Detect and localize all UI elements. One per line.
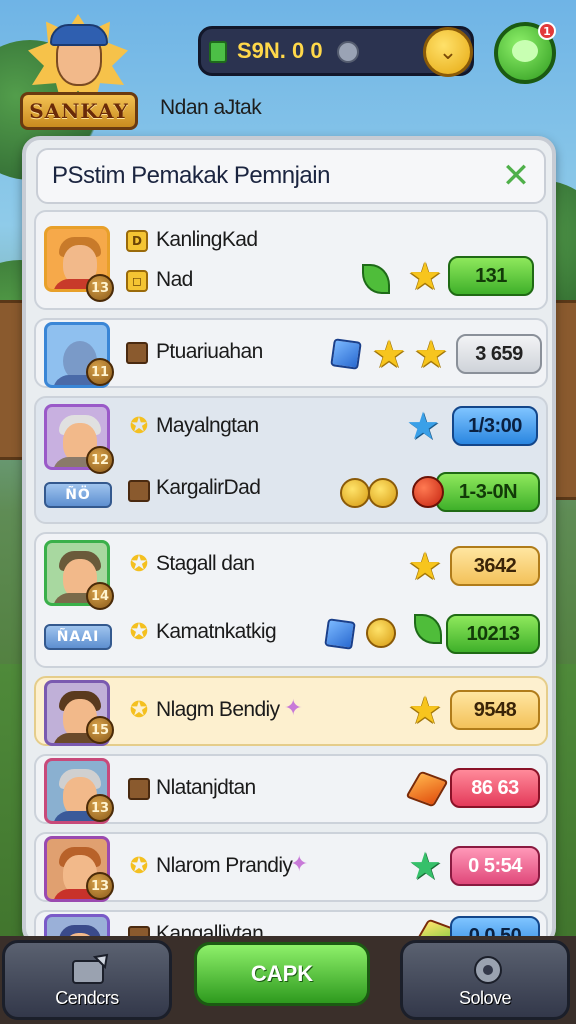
score-badge: 1-3-0N xyxy=(436,472,540,512)
panel-header: PSstim Pemakak Pemnjain ✕ xyxy=(36,148,546,204)
crate-icon xyxy=(128,480,150,502)
nav-label: Solove xyxy=(458,988,512,1008)
top-bar: SANKAY Ndan aJtak S9N. 0 0 ⌄ 1 xyxy=(0,0,576,140)
star-icon: ★ xyxy=(408,688,443,732)
game-logo: SANKAY xyxy=(20,14,138,132)
star-icon: ★ xyxy=(372,332,407,376)
star-icon: ★ xyxy=(408,544,443,588)
gem-icon xyxy=(337,41,359,63)
list-item[interactable]: 13 Nlatanjdtan 86 63 xyxy=(34,754,548,824)
score-badge: 86 63 xyxy=(450,768,540,808)
player-name: KargalirDad xyxy=(156,476,261,499)
cube-icon xyxy=(330,338,362,370)
coin-icon xyxy=(340,478,370,508)
list-item[interactable]: 13 D KanlingKad ◻ Nad ★ 131 xyxy=(34,210,548,310)
notification-badge: 1 xyxy=(538,22,556,40)
logo-banner: SANKAY xyxy=(20,92,138,130)
list-item[interactable]: 11 Ptuariuahan ★ ★ 3 659 xyxy=(34,318,548,388)
star-icon: ✪ xyxy=(129,854,149,879)
player-name: KanlingKad xyxy=(156,228,258,251)
gold-icon: ◻ xyxy=(126,270,148,292)
level-badge: 15 xyxy=(86,716,114,744)
score-badge: 3642 xyxy=(450,546,540,586)
score-badge: 0 5:54 xyxy=(450,846,540,886)
player-name: Nlarom Prandiy xyxy=(156,854,293,877)
sparkle-icon: ✦ xyxy=(284,696,303,721)
cube-icon xyxy=(324,618,356,650)
star-icon: ★ xyxy=(406,404,441,448)
player-name: Nlagm Bendiy xyxy=(156,698,280,721)
player-name: Ptuariuahan xyxy=(156,340,263,363)
characters-button[interactable]: Cendcrs xyxy=(2,940,172,1020)
panel-title: PSstim Pemakak Pemnjain xyxy=(52,162,330,189)
star-icon: ★ xyxy=(414,332,449,376)
star-icon: ✪ xyxy=(129,552,149,577)
add-currency-button[interactable]: ⌄ xyxy=(423,27,473,77)
chevron-down-icon: ⌄ xyxy=(438,39,458,65)
score-badge: 9548 xyxy=(450,690,540,730)
currency-bar: S9N. 0 0 ⌄ xyxy=(198,26,474,77)
list-item[interactable]: 15 ✪ Nlagm Bendiy ✦ ★ 9548 xyxy=(34,676,548,746)
list-item[interactable]: 13 ✪ Nlarom Prandiy ✦ ★ 0 5:54 xyxy=(34,832,548,902)
team-badge: ÑAAI xyxy=(44,624,112,650)
coin-icon xyxy=(366,618,396,648)
gold-icon: D xyxy=(126,230,148,252)
leaderboard-panel: PSstim Pemakak Pemnjain ✕ 13 D KanlingKa… xyxy=(22,136,556,946)
team-badge: ÑÖ xyxy=(44,482,112,508)
settings-button[interactable]: Solove xyxy=(400,940,570,1020)
player-name: Mayalngtan xyxy=(156,414,259,437)
player-name: Kamatnkatkig xyxy=(156,620,277,643)
star-icon: ★ xyxy=(408,254,443,298)
apple-icon xyxy=(412,476,444,508)
gear-icon xyxy=(474,956,502,984)
edit-icon xyxy=(72,953,109,984)
score-badge: 3 659 xyxy=(456,334,542,374)
player-name: Stagall dan xyxy=(156,552,255,575)
leaf-icon xyxy=(362,264,390,294)
star-icon: ★ xyxy=(408,844,443,888)
level-badge: 11 xyxy=(86,358,114,386)
currency-value: S9N. 0 0 xyxy=(237,38,323,63)
nav-label: Cendcrs xyxy=(55,988,119,1008)
level-badge: 12 xyxy=(86,446,114,474)
gem-icon xyxy=(405,770,449,808)
player-name: Nad xyxy=(156,268,193,291)
bottom-nav: Cendcrs CAPK Solove xyxy=(0,936,576,1024)
leaf-icon xyxy=(414,614,442,644)
player-name: Nlatanjdtan xyxy=(156,776,256,799)
list-item[interactable]: 14 ÑAAI ✪ Stagall dan ★ 3642 ✪ Kamatnkat… xyxy=(34,532,548,668)
star-icon: ✪ xyxy=(129,414,149,439)
list-item[interactable]: 12 ÑÖ ✪ Mayalngtan ★ 1/3:00 KargalirDad … xyxy=(34,396,548,524)
main-action-button[interactable]: CAPK xyxy=(194,942,370,1006)
coin-icon xyxy=(368,478,398,508)
close-button[interactable]: ✕ xyxy=(498,158,534,194)
player-name: Ndan aJtak xyxy=(160,96,262,119)
sparkle-icon: ✦ xyxy=(290,852,309,877)
score-badge: 10213 xyxy=(446,614,540,654)
level-badge: 13 xyxy=(86,872,114,900)
score-badge: 1/3:00 xyxy=(452,406,538,446)
crate-icon xyxy=(126,342,148,364)
score-badge: 131 xyxy=(448,256,534,296)
cash-icon xyxy=(209,41,227,63)
star-icon: ✪ xyxy=(129,620,149,645)
level-badge: 13 xyxy=(86,274,114,302)
star-icon: ✪ xyxy=(129,698,149,723)
level-badge: 14 xyxy=(86,582,114,610)
level-badge: 13 xyxy=(86,794,114,822)
crate-icon xyxy=(128,778,150,800)
